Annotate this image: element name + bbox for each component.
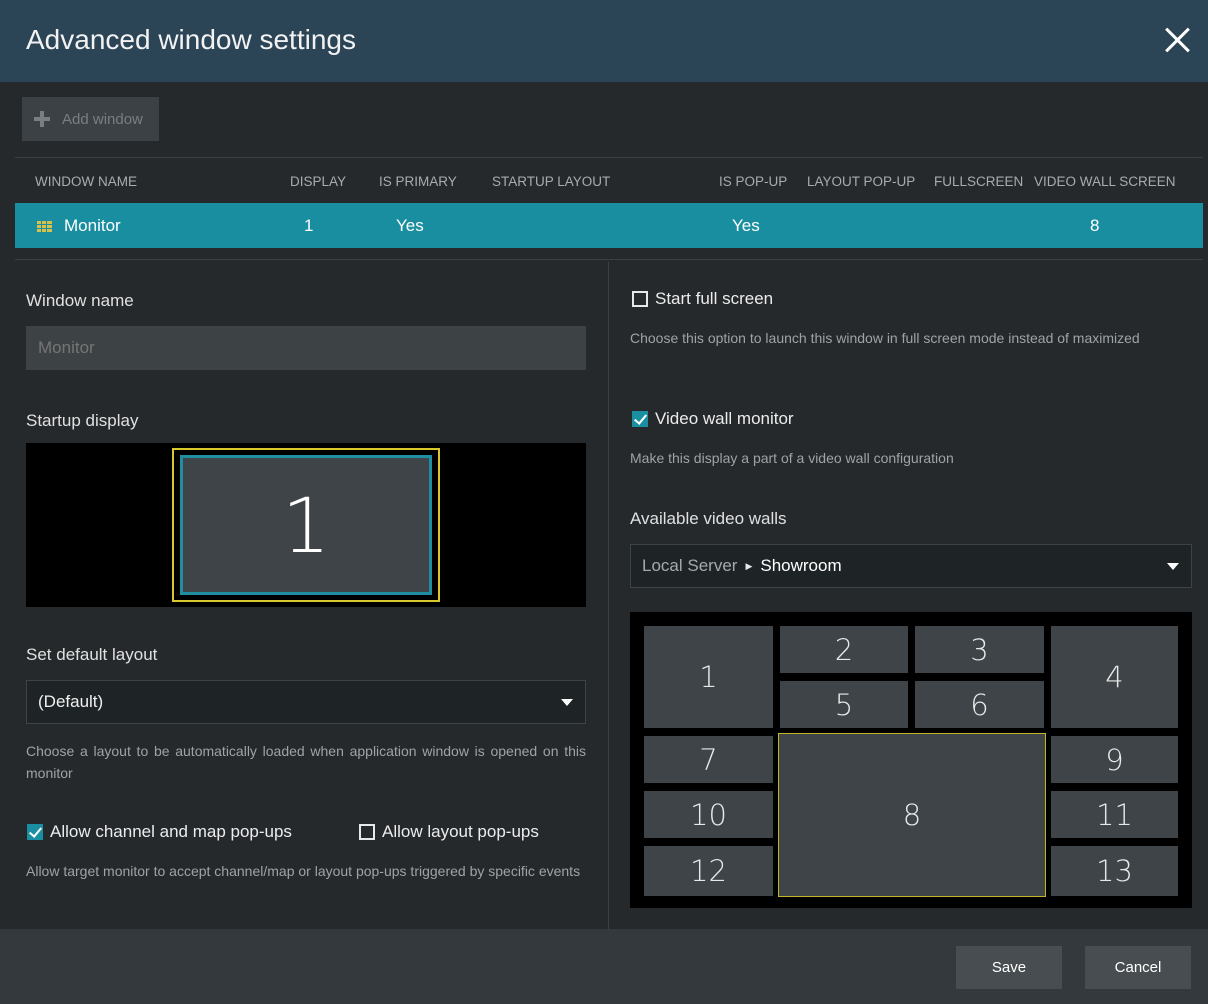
table-row[interactable]: Monitor 1 Yes Yes 8 [15, 203, 1203, 248]
cell-is-primary: Yes [396, 216, 424, 235]
start-full-screen-help: Choose this option to launch this window… [630, 330, 1140, 346]
layout-grid-icon [37, 221, 52, 232]
dialog-titlebar: Advanced window settings [0, 0, 1208, 82]
wall-screen-13[interactable]: 13 [1051, 846, 1178, 896]
cell-window-name: Monitor [64, 216, 121, 235]
start-full-screen-label: Start full screen [655, 289, 774, 308]
display-1[interactable]: 1 [172, 448, 440, 602]
cancel-button[interactable]: Cancel [1085, 946, 1191, 989]
cell-is-popup: Yes [732, 216, 760, 235]
default-layout-label: Set default layout [26, 645, 158, 664]
dialog-title: Advanced window settings [26, 24, 356, 55]
add-window-label: Add window [62, 110, 143, 128]
column-header-video-wall-screen[interactable]: VIDEO WALL SCREEN [1034, 174, 1176, 189]
wall-screen-12[interactable]: 12 [644, 846, 773, 896]
wall-screen-10[interactable]: 10 [644, 791, 773, 838]
checkbox-icon [632, 411, 648, 427]
video-wall-monitor-help: Make this display a part of a video wall… [630, 450, 954, 466]
wall-screen-7[interactable]: 7 [644, 736, 773, 783]
divider [15, 157, 1203, 158]
allow-layout-popups-checkbox[interactable]: Allow layout pop-ups [359, 822, 539, 842]
column-header-fullscreen[interactable]: FULLSCREEN [934, 174, 1023, 189]
video-wall-monitor-checkbox[interactable]: Video wall monitor [632, 409, 794, 429]
wall-screen-1[interactable]: 1 [644, 626, 773, 728]
startup-display-picker: 1 [26, 443, 586, 607]
add-window-button[interactable]: Add window [22, 97, 159, 141]
window-name-label: Window name [26, 291, 134, 310]
column-header-display[interactable]: DISPLAY [290, 174, 346, 189]
wall-screen-4[interactable]: 4 [1051, 626, 1178, 728]
dialog-footer: Save Cancel [0, 929, 1208, 1004]
column-header-window-name[interactable]: WINDOW NAME [35, 174, 137, 189]
checkbox-icon [632, 291, 648, 307]
panel-divider [608, 262, 609, 929]
wall-screen-6[interactable]: 6 [915, 681, 1044, 728]
wall-screen-3[interactable]: 3 [915, 626, 1044, 673]
dialog-body: Add window WINDOW NAME DISPLAY IS PRIMAR… [0, 82, 1208, 929]
allow-layout-popups-label: Allow layout pop-ups [382, 822, 539, 841]
default-layout-help: Choose a layout to be automatically load… [26, 743, 586, 781]
start-full-screen-checkbox[interactable]: Start full screen [632, 289, 773, 309]
allow-channel-popups-checkbox[interactable]: Allow channel and map pop-ups [27, 822, 292, 842]
chevron-down-icon [1167, 563, 1179, 570]
window-name-input[interactable] [26, 326, 586, 370]
server-name: Local Server [642, 556, 738, 575]
wall-screen-9[interactable]: 9 [1051, 736, 1178, 783]
cell-display: 1 [304, 216, 314, 235]
save-button[interactable]: Save [956, 946, 1062, 989]
column-header-layout-popup[interactable]: LAYOUT POP-UP [807, 174, 915, 189]
column-header-is-popup[interactable]: IS POP-UP [719, 174, 787, 189]
startup-display-label: Startup display [26, 411, 139, 430]
checkbox-icon [27, 824, 43, 840]
wall-screen-2[interactable]: 2 [780, 626, 908, 673]
default-layout-value: (Default) [38, 692, 104, 711]
column-header-is-primary[interactable]: IS PRIMARY [379, 174, 457, 189]
chevron-down-icon [561, 699, 573, 706]
video-wall-grid: 1 2 3 4 5 6 7 8 9 10 11 12 13 [630, 612, 1192, 908]
checkbox-icon [359, 824, 375, 840]
wall-name: Showroom [760, 556, 842, 575]
cell-video-wall-screen: 8 [1090, 216, 1100, 235]
popups-help: Allow target monitor to accept channel/m… [26, 863, 581, 879]
wall-screen-5[interactable]: 5 [780, 681, 908, 728]
video-wall-select[interactable]: Local Server ▶ Showroom [630, 544, 1192, 588]
plus-icon [34, 111, 50, 127]
close-icon[interactable] [1164, 26, 1192, 54]
video-wall-monitor-label: Video wall monitor [655, 409, 794, 428]
wall-screen-8[interactable]: 8 [778, 733, 1046, 897]
available-walls-label: Available video walls [630, 509, 787, 528]
allow-channel-popups-label: Allow channel and map pop-ups [50, 822, 292, 841]
column-header-startup-layout[interactable]: STARTUP LAYOUT [492, 174, 610, 189]
default-layout-select[interactable]: (Default) [26, 680, 586, 724]
wall-screen-11[interactable]: 11 [1051, 791, 1178, 838]
divider [15, 259, 1203, 260]
chevron-right-icon: ▶ [745, 560, 753, 571]
display-number: 1 [180, 455, 432, 595]
